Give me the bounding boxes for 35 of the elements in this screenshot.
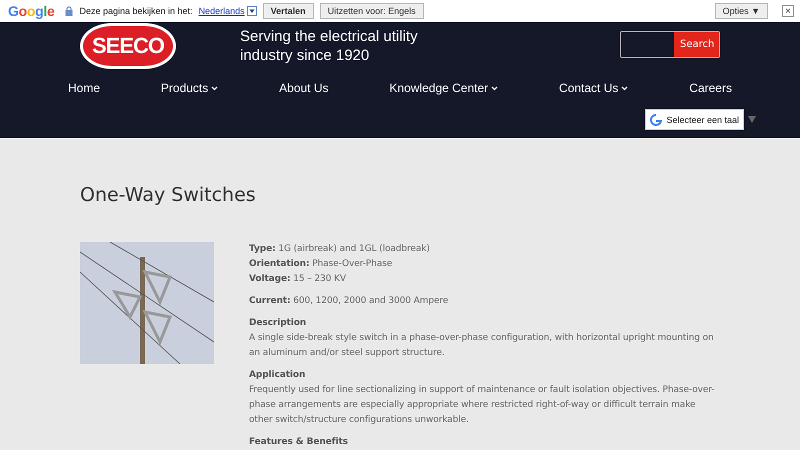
dropdown-icon[interactable] [246, 6, 257, 16]
chevron-down-icon [211, 86, 218, 90]
nav-link[interactable]: Careers [689, 81, 732, 95]
translate-prompt: Deze pagina bekijken in het: [79, 6, 193, 16]
section-text: Frequently used for line sectionalizing in support of maintenance or fault isolation objectives. Phase-over-phase arrangements are especially appropriate where restricted right-of-way or difficult terrain make other switch/structure configurations unworkable. [249, 384, 716, 427]
section-text: A single side-break style switch in a phase-over-phase configuration, with horizontal upright mounting on an aluminum and/or steel support structure. [249, 332, 715, 360]
spec-line: Voltage: 15 – 230 KV [249, 273, 347, 286]
translate-button[interactable]: Vertalen [262, 3, 314, 19]
search-field[interactable]: Search [620, 31, 720, 58]
section-heading: Description [249, 317, 308, 330]
turn-off-button[interactable]: Uitzetten voor: Engels [320, 3, 424, 19]
spec-line: Current: 600, 1200, 2000 and 3000 Ampere [249, 295, 450, 308]
search-button[interactable]: Search [674, 32, 719, 57]
spec-line: Type: 1G (airbreak) and 1GL (loadbreak) [249, 243, 431, 256]
language-select[interactable]: Selecteer een taal [645, 109, 744, 130]
tagline: Serving the electrical utility industry since 1920 [240, 27, 418, 65]
section-heading: Application [249, 369, 306, 382]
section-heading: Features & Benefits [249, 436, 349, 449]
lock-icon [65, 6, 74, 16]
close-button[interactable]: × [782, 5, 794, 17]
page-title: One-Way Switches [80, 184, 257, 206]
logo[interactable]: SEECO [80, 23, 176, 69]
options-button[interactable]: Opties ▼ [714, 3, 768, 19]
nav-link[interactable]: Contact Us [559, 81, 628, 95]
nav-link[interactable]: Home [68, 81, 100, 95]
nav-link[interactable]: Knowledge Center [389, 81, 498, 95]
nav-link[interactable]: About Us [279, 81, 329, 95]
language-link[interactable]: Nederlands [198, 6, 245, 16]
chevron-down-icon [491, 86, 498, 90]
spec-line: Orientation: Phase-Over-Phase [249, 258, 394, 271]
google-g-icon [650, 114, 662, 126]
google-logo: Google [8, 3, 54, 19]
nav-link[interactable]: Products [160, 81, 218, 95]
chevron-down-icon [621, 86, 628, 90]
dropdown-arrow-icon[interactable] [748, 116, 756, 123]
